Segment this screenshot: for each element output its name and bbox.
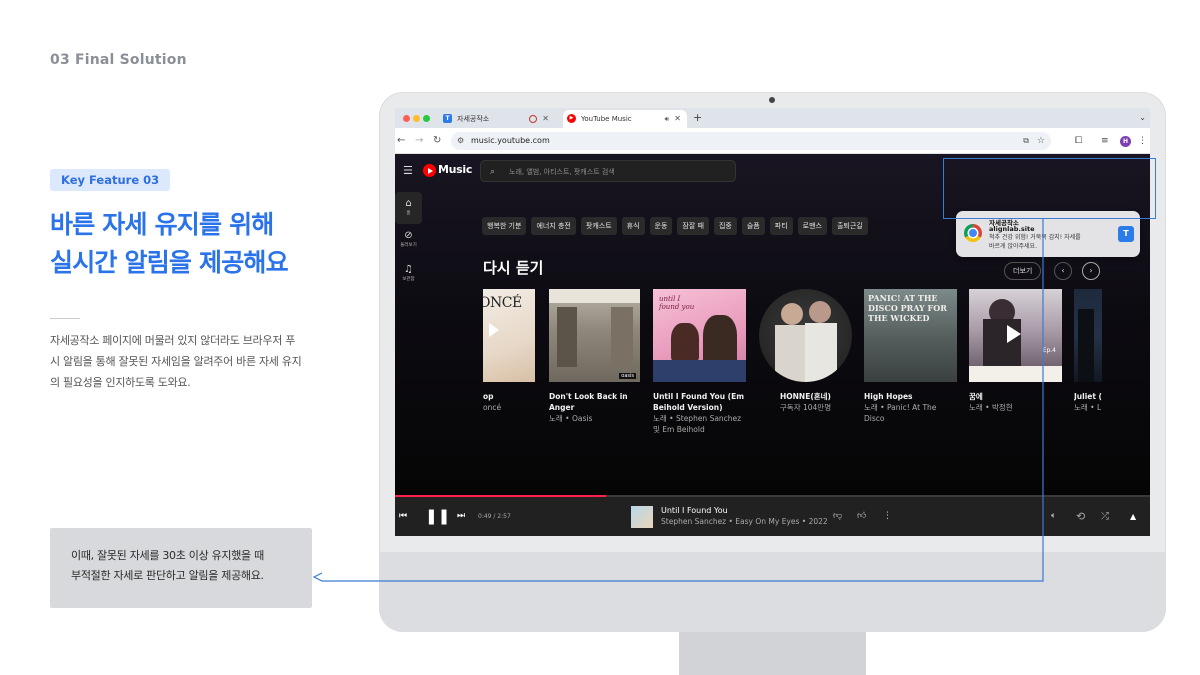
connector-line [312,219,1044,582]
connector-path [312,219,1044,582]
